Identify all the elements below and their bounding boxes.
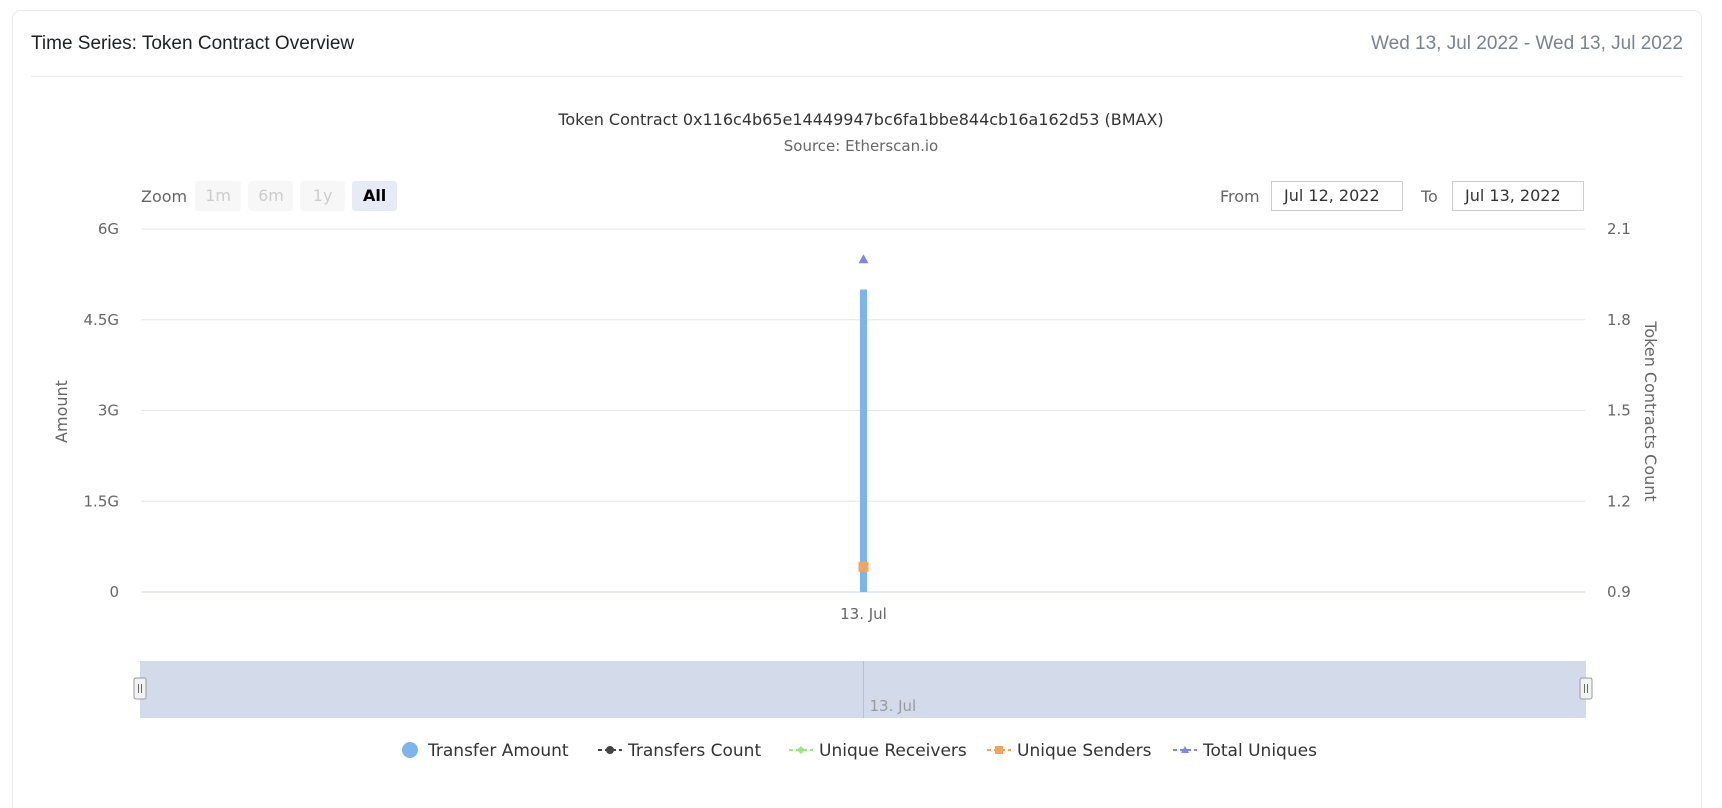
- y-left-axis-title: Amount: [52, 380, 71, 443]
- navigator-right-handle[interactable]: [1579, 677, 1593, 700]
- legend-item-transfers-count[interactable]: Transfers Count: [627, 741, 761, 761]
- legend-item-transfer-amount[interactable]: Transfer Amount: [427, 741, 569, 761]
- y-left-tick-label: 4.5G: [84, 311, 119, 329]
- x-tick-label: 13. Jul: [840, 605, 887, 623]
- y-left-tick-label: 3G: [98, 402, 119, 420]
- legend-symbol-transfer-amount: [402, 742, 418, 758]
- chart-svg: 0 0.9 1.5G 1.2 3G 1.5 4.5G 1.8 6G 2.1 Amount Token …: [52, 220, 1660, 761]
- legend-item-unique-receivers[interactable]: Unique Receivers: [819, 741, 967, 761]
- y-right-tick-label: 1.2: [1607, 492, 1631, 510]
- legend-symbol-unique-senders: [995, 746, 1003, 754]
- bar-transfer-amount: [860, 289, 867, 592]
- y-right-tick-label: 0.9: [1607, 583, 1631, 601]
- y-right-tick-label: 2.1: [1607, 220, 1631, 238]
- navigator-left-handle[interactable]: [133, 677, 147, 700]
- legend-symbol-transfers-count: [606, 746, 614, 754]
- navigator-tick-label: 13. Jul: [870, 697, 917, 715]
- legend-item-total-uniques[interactable]: Total Uniques: [1202, 741, 1317, 761]
- y-right-tick-label: 1.5: [1607, 402, 1631, 420]
- y-right-tick-label: 1.8: [1607, 311, 1631, 329]
- y-left-tick-label: 0: [109, 583, 119, 601]
- y-right-axis-title: Token Contracts Count: [1641, 320, 1660, 501]
- y-left-tick-label: 6G: [98, 220, 119, 238]
- point-unique-senders: [858, 561, 869, 572]
- legend-item-unique-senders[interactable]: Unique Senders: [1017, 741, 1152, 761]
- y-left-tick-label: 1.5G: [84, 492, 119, 510]
- legend-symbol-unique-receivers: [797, 746, 805, 754]
- point-total-uniques: [858, 254, 869, 264]
